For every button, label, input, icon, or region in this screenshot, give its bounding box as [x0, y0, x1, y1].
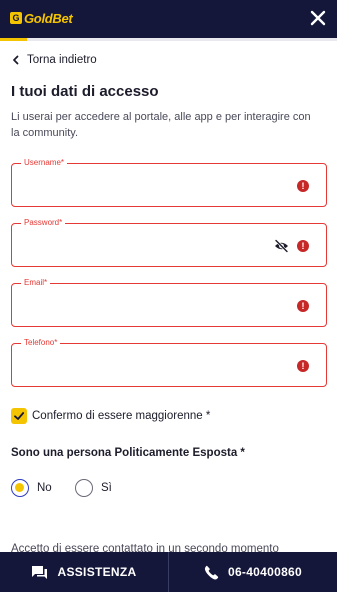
bottom-bar: ASSISTENZA 06-40400860	[0, 552, 337, 592]
radio-no-label: No	[37, 482, 52, 494]
email-label: Email*	[21, 278, 51, 288]
age-confirm-label: Confermo di essere maggiorenne *	[32, 410, 211, 422]
password-field[interactable]: Password* !	[11, 218, 327, 267]
progress-bar	[0, 38, 337, 41]
progress-fill	[0, 38, 27, 41]
age-confirm-checkbox[interactable]	[11, 408, 27, 424]
close-icon	[310, 10, 326, 26]
page-title: I tuoi dati di accesso	[11, 83, 159, 100]
age-confirm-checkbox-row[interactable]: Confermo di essere maggiorenne *	[11, 408, 210, 424]
back-link[interactable]: Torna indietro	[11, 54, 97, 66]
error-icon: !	[297, 300, 309, 312]
back-link-label: Torna indietro	[27, 54, 97, 66]
chevron-left-icon	[13, 55, 19, 65]
error-icon: !	[297, 360, 309, 372]
assistance-label: ASSISTENZA	[57, 565, 137, 579]
assistance-button[interactable]: ASSISTENZA	[0, 552, 168, 592]
top-bar: G GoldBet	[0, 0, 337, 38]
radio-si-label: Sì	[101, 482, 112, 494]
close-button[interactable]	[308, 8, 328, 28]
pep-option-si[interactable]: Sì	[75, 479, 112, 497]
username-label: Username*	[21, 158, 68, 168]
radio-no[interactable]	[11, 479, 29, 497]
check-icon	[14, 412, 25, 420]
email-field[interactable]: Email* !	[11, 278, 327, 327]
phone-field[interactable]: Telefono* !	[11, 338, 327, 387]
chat-icon	[32, 565, 48, 579]
page-subtitle: Li userai per accedere al portale, alle …	[11, 111, 311, 139]
phone-icon	[204, 565, 219, 580]
email-input[interactable]	[22, 296, 272, 316]
password-label: Password*	[21, 218, 66, 228]
pep-question: Sono una persona Politicamente Esposta *	[11, 447, 245, 459]
eye-off-icon[interactable]	[274, 239, 289, 253]
goldbet-logo[interactable]: G GoldBet	[10, 10, 73, 26]
phone-input[interactable]	[22, 356, 272, 376]
username-field[interactable]: Username* !	[11, 158, 327, 207]
username-input[interactable]	[22, 176, 272, 196]
password-input[interactable]	[22, 236, 272, 256]
phone-label: Telefono*	[21, 338, 61, 348]
phone-number-label: 06-40400860	[227, 565, 303, 579]
logo-text: GoldBet	[24, 10, 73, 26]
pep-option-no[interactable]: No	[11, 479, 52, 497]
error-icon: !	[297, 240, 309, 252]
logo-mark: G	[10, 12, 22, 24]
phone-button[interactable]: 06-40400860	[169, 552, 337, 592]
radio-si[interactable]	[75, 479, 93, 497]
error-icon: !	[297, 180, 309, 192]
